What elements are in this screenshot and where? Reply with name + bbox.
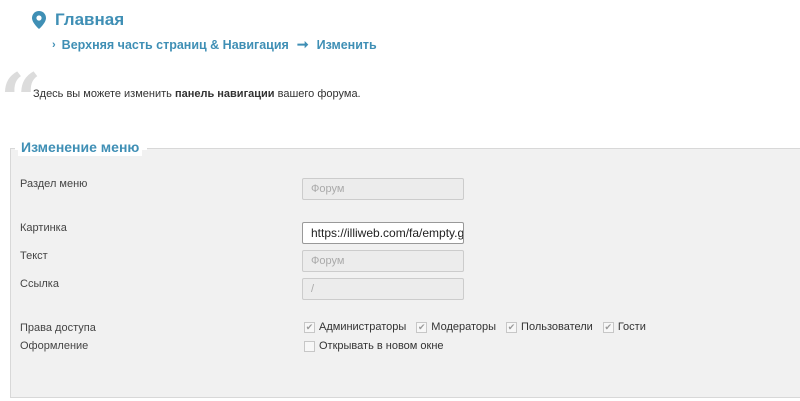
chevron-right-icon: › [52, 38, 56, 51]
access-option-users: ✔ Пользователи [506, 321, 593, 333]
intro-prefix: Здесь вы можете изменить [33, 88, 175, 100]
menu-section-label: Раздел меню [20, 178, 88, 190]
page-header: Главная [32, 8, 124, 32]
menu-section-field: Форум [302, 178, 464, 200]
image-url-input[interactable]: https://illiweb.com/fa/empty.g [302, 222, 464, 244]
page-title[interactable]: Главная [55, 10, 124, 30]
map-pin-icon [32, 11, 46, 29]
quote-icon: “ [0, 57, 42, 142]
users-label: Пользователи [521, 321, 593, 333]
moderators-checkbox: ✔ [416, 321, 428, 333]
new-window-checkbox [304, 340, 315, 352]
arrow-right-icon: ➞ [296, 36, 309, 52]
link-label: Ссылка [20, 278, 59, 290]
access-rights-options: ✔ Администраторы ✔ Модераторы ✔ Пользова… [304, 321, 656, 333]
breadcrumb-section-link[interactable]: Верхняя часть страниц & Навигация [62, 38, 289, 52]
text-field: Форум [302, 250, 464, 272]
breadcrumb-current: Изменить [316, 37, 377, 52]
new-window-option: Открывать в новом окне [304, 340, 444, 352]
access-option-moderators: ✔ Модераторы [416, 321, 496, 333]
intro-suffix: вашего форума. [274, 88, 361, 100]
intro-bold: панель навигации [174, 88, 275, 100]
access-option-guests: ✔ Гости [602, 321, 646, 333]
access-rights-label: Права доступа [20, 322, 96, 334]
link-field: / [302, 278, 464, 300]
fieldset-legend: Изменение меню [18, 138, 143, 156]
new-window-label: Открывать в новом окне [319, 340, 444, 352]
guests-checkbox: ✔ [602, 321, 614, 333]
moderators-label: Модераторы [431, 321, 497, 333]
admins-label: Администраторы [319, 321, 407, 333]
design-label: Оформление [20, 340, 89, 352]
admins-checkbox: ✔ [304, 321, 315, 333]
breadcrumb: › Верхняя часть страниц & Навигация ➞ Из… [52, 36, 377, 53]
intro-text: Здесь вы можете изменить панель навигаци… [33, 88, 361, 100]
users-checkbox: ✔ [506, 321, 518, 333]
text-label: Текст [20, 250, 48, 262]
image-label: Картинка [20, 222, 67, 234]
guests-label: Гости [617, 321, 646, 333]
access-option-admins: ✔ Администраторы [304, 321, 406, 333]
